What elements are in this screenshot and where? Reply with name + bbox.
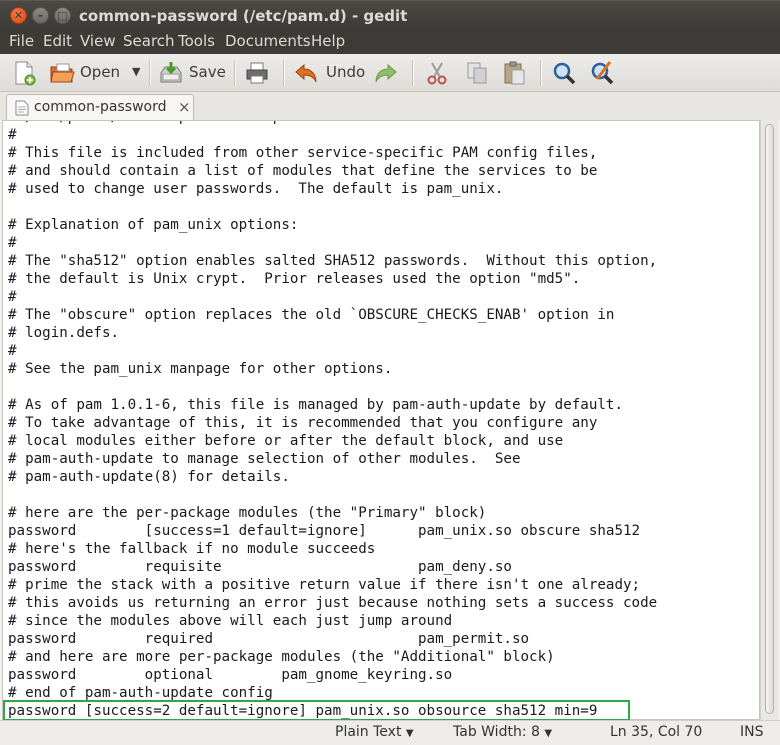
code-line: # /etc/pam.d/common-password - password-… (8, 121, 674, 126)
open-button-icon-wrap[interactable] (48, 59, 78, 87)
new-document-icon (15, 61, 36, 86)
status-bar: Plain Text ▼ Tab Width: 8 ▼ Ln 35, Col 7… (0, 720, 780, 745)
toolbar-separator (283, 60, 285, 86)
save-icon (160, 62, 182, 83)
open-button[interactable]: Open (80, 63, 120, 81)
code-line: password [success=1 default=ignore] pam_… (8, 523, 641, 539)
print-button[interactable] (243, 59, 273, 87)
code-line: # the default is Unix crypt. Prior relea… (8, 271, 581, 287)
find-button[interactable] (550, 59, 580, 87)
tab-close-icon[interactable]: × (178, 98, 191, 116)
code-line: # (8, 343, 17, 359)
toolbar-separator (540, 60, 542, 86)
scissors-icon (427, 62, 447, 85)
minimize-window-button[interactable]: – (32, 7, 49, 24)
tab-common-password[interactable]: common-password × (6, 94, 194, 120)
menu-bar: File Edit View Search Tools Documents He… (0, 30, 780, 54)
highlighted-line-box (3, 700, 630, 721)
cut-button[interactable] (423, 59, 453, 87)
open-recent-dropdown-icon[interactable]: ▼ (132, 65, 140, 78)
code-line: # here's the fallback if no module succe… (8, 541, 376, 557)
code-line: # As of pam 1.0.1-6, this file is manage… (8, 397, 623, 413)
editor-lines: # /etc/pam.d/common-password - password-… (8, 121, 674, 719)
cursor-position: Ln 35, Col 70 (610, 724, 703, 740)
code-line: # local modules either before or after t… (8, 433, 564, 449)
menu-search[interactable]: Search (123, 32, 175, 50)
language-selector[interactable]: Plain Text ▼ (335, 724, 414, 740)
code-line: password optional pam_gnome_keyring.so (8, 667, 453, 683)
menu-view[interactable]: View (80, 32, 116, 50)
redo-icon (375, 63, 397, 83)
new-document-button[interactable] (10, 59, 40, 87)
code-line: # here are the per-package modules (the … (8, 505, 487, 521)
save-button[interactable]: Save (189, 63, 226, 81)
code-line: # pam-auth-update(8) for details. (8, 469, 290, 485)
code-line: # (8, 127, 17, 143)
code-line: # this avoids us returning an error just… (8, 595, 658, 611)
undo-icon-wrap[interactable] (292, 59, 322, 87)
code-line: # The "obscure" option replaces the old … (8, 307, 615, 323)
code-line: password requisite pam_deny.so (8, 559, 512, 575)
toolbar-separator (412, 60, 414, 86)
tab-width-selector[interactable]: Tab Width: 8 ▼ (453, 724, 552, 740)
code-line: # The "sha512" option enables salted SHA… (8, 253, 658, 269)
text-editor[interactable]: # /etc/pam.d/common-password - password-… (2, 120, 760, 720)
save-icon-wrap[interactable] (157, 59, 187, 87)
document-tab-bar: common-password × (0, 92, 780, 120)
title-bar: ✕ – □ common-password (/etc/pam.d) - ged… (0, 0, 780, 30)
copy-button[interactable] (463, 59, 493, 87)
find-replace-icon (591, 61, 614, 85)
undo-icon (295, 63, 317, 83)
menu-documents[interactable]: Documents (225, 32, 311, 50)
menu-edit[interactable]: Edit (43, 32, 72, 50)
code-line: # prime the stack with a positive return… (8, 577, 641, 593)
menu-tools[interactable]: Tools (178, 32, 215, 50)
code-line: # login.defs. (8, 325, 120, 341)
toolbar-separator (149, 60, 151, 86)
code-line: # since the modules above will each just… (8, 613, 453, 629)
language-dropdown-icon: ▼ (405, 728, 414, 739)
menu-help[interactable]: Help (311, 32, 345, 50)
code-line: # (8, 289, 17, 305)
paste-icon (504, 61, 525, 85)
code-line: # Explanation of pam_unix options: (8, 217, 299, 233)
close-window-button[interactable]: ✕ (10, 7, 27, 24)
document-icon (15, 100, 29, 116)
maximize-window-button[interactable]: □ (54, 7, 71, 24)
code-line: # pam-auth-update to manage selection of… (8, 451, 521, 467)
code-line: # This file is included from other servi… (8, 145, 598, 161)
undo-button[interactable]: Undo (326, 63, 365, 81)
window-title: common-password (/etc/pam.d) - gedit (79, 7, 408, 25)
find-replace-button[interactable] (588, 59, 618, 87)
code-line: # and here are more per-package modules … (8, 649, 555, 665)
code-line: # used to change user passwords. The def… (8, 181, 504, 197)
code-line: # See the pam_unix manpage for other opt… (8, 361, 393, 377)
tab-width-dropdown-icon: ▼ (544, 728, 553, 739)
toolbar: Open ▼ Save Undo (0, 54, 780, 92)
vertical-scrollbar[interactable] (760, 120, 778, 720)
menu-file[interactable]: File (9, 32, 34, 50)
printer-icon (246, 62, 268, 84)
search-icon (553, 62, 576, 85)
paste-button[interactable] (500, 59, 530, 87)
code-line: password required pam_permit.so (8, 631, 530, 647)
scrollbar-thumb[interactable] (765, 124, 774, 714)
code-line: # To take advantage of this, it is recom… (8, 415, 598, 431)
redo-button[interactable] (372, 59, 402, 87)
folder-open-icon (50, 63, 75, 83)
code-line: # (8, 235, 17, 251)
copy-icon (467, 62, 487, 84)
insert-mode: INS (740, 724, 764, 740)
toolbar-separator (234, 60, 236, 86)
code-line: # and should contain a list of modules t… (8, 163, 598, 179)
tab-label: common-password (34, 99, 167, 115)
